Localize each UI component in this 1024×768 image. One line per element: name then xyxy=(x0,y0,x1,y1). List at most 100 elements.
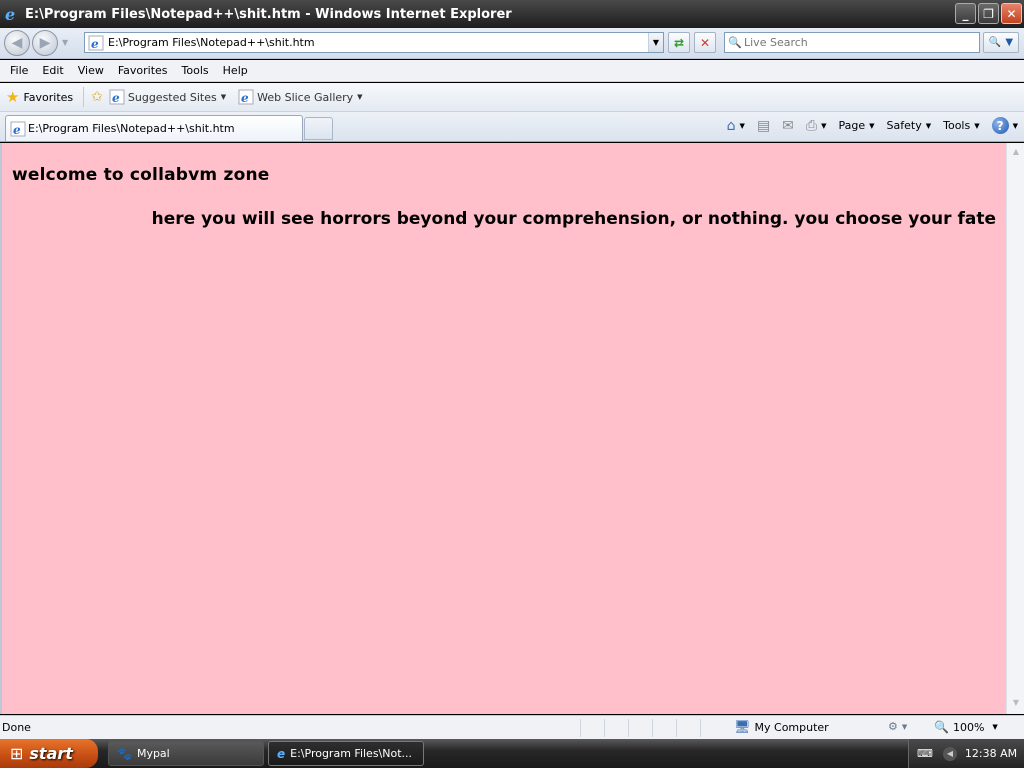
page-heading: welcome to collabvm zone xyxy=(12,165,270,185)
back-button[interactable]: ◀ xyxy=(4,30,30,56)
svg-text:e: e xyxy=(13,123,21,137)
search-input[interactable] xyxy=(744,36,964,49)
feeds-button[interactable]: ▤ xyxy=(757,118,770,134)
status-text: Done xyxy=(2,721,31,734)
address-url: E:\Program Files\Notepad++\shit.htm xyxy=(108,36,315,49)
menu-file[interactable]: File xyxy=(3,64,35,77)
status-panes xyxy=(580,719,724,737)
svg-text:e: e xyxy=(241,91,249,105)
show-hidden-icons-icon[interactable]: ◀ xyxy=(942,746,957,761)
print-button[interactable]: ⎙ ▼ xyxy=(806,118,827,134)
taskbar: ⊞ start 🐾 Mypal e E:\Program Files\Not..… xyxy=(0,739,1024,768)
address-bar[interactable]: e E:\Program Files\Notepad++\shit.htm ▼ xyxy=(84,32,664,53)
system-tray: ⌨ ◀ 12:38 AM xyxy=(908,739,1024,768)
forward-arrow-icon: ▶ xyxy=(39,35,51,51)
address-toolbar: ◀ ▶ ▼ e E:\Program Files\Notepad++\shit.… xyxy=(0,28,1024,59)
search-box[interactable]: 🔍 xyxy=(724,32,980,53)
page-menu-button[interactable]: Page ▼ xyxy=(839,119,875,132)
refresh-button[interactable]: ⇄ xyxy=(668,32,690,53)
favorites-bar: ★ Favorites ✩ e Suggested Sites ▼ e Web … xyxy=(0,83,1024,112)
tab-ie-icon: e xyxy=(10,121,26,137)
status-pane xyxy=(628,719,652,737)
start-button[interactable]: ⊞ start xyxy=(0,739,98,768)
tools-menu-label: Tools xyxy=(943,119,971,132)
help-chevron-icon: ▼ xyxy=(1012,121,1018,130)
zoom-chevron-icon: ▼ xyxy=(992,723,998,731)
taskbar-item-mypal[interactable]: 🐾 Mypal xyxy=(108,741,264,766)
zoom-control[interactable]: 🔍 100% ▼ xyxy=(934,720,998,734)
window-title: E:\Program Files\Notepad++\shit.htm - Wi… xyxy=(25,6,512,22)
scroll-down-arrow-icon[interactable]: ▼ xyxy=(1010,698,1022,710)
favorites-label: Favorites xyxy=(23,90,74,104)
refresh-icon: ⇄ xyxy=(673,35,685,50)
read-mail-button[interactable]: ✉ xyxy=(782,118,794,134)
protected-mode-chevron-icon: ▼ xyxy=(901,722,908,731)
menu-bar: File Edit View Favorites Tools Help xyxy=(0,60,1024,82)
menu-tools[interactable]: Tools xyxy=(175,64,216,77)
tab-row: e E:\Program Files\Notepad++\shit.htm ⌂ … xyxy=(0,112,1024,142)
web-slice-gallery-label: Web Slice Gallery xyxy=(257,90,354,104)
tab-label: E:\Program Files\Notepad++\shit.htm xyxy=(28,122,235,135)
magnifier-icon: 🔍 xyxy=(988,37,1002,48)
favorites-star-icon: ★ xyxy=(6,88,20,106)
scroll-up-arrow-icon[interactable]: ▲ xyxy=(1010,147,1022,159)
web-slice-gallery-link[interactable]: e Web Slice Gallery ▼ xyxy=(238,89,363,105)
minimize-button[interactable]: _ xyxy=(955,3,976,24)
close-button[interactable]: ✕ xyxy=(1001,3,1022,24)
safety-chevron-icon: ▼ xyxy=(925,121,932,130)
home-chevron-icon: ▼ xyxy=(739,121,745,130)
add-to-favorites-bar-icon[interactable]: ✩ xyxy=(91,89,103,105)
help-icon: ? xyxy=(991,117,1009,134)
mail-icon: ✉ xyxy=(782,117,794,134)
menu-edit[interactable]: Edit xyxy=(35,64,70,77)
svg-text:e: e xyxy=(91,37,99,51)
page-menu-label: Page xyxy=(838,119,866,132)
vertical-scrollbar[interactable]: ▲ ▼ xyxy=(1006,143,1024,714)
keyboard-icon[interactable]: ⌨ xyxy=(917,747,933,760)
new-tab-button[interactable] xyxy=(304,117,333,140)
window-controls: _ ❐ ✕ xyxy=(955,3,1022,24)
stop-icon: ✕ xyxy=(699,35,711,50)
printer-icon: ⎙ xyxy=(805,117,818,134)
tab-current-page[interactable]: e E:\Program Files\Notepad++\shit.htm xyxy=(5,115,303,141)
status-pane xyxy=(580,719,604,737)
zone-label: My Computer xyxy=(754,721,829,734)
address-dropdown-button[interactable]: ▼ xyxy=(648,33,663,52)
status-pane xyxy=(604,719,628,737)
ie-logo-icon: e xyxy=(5,6,15,22)
taskbar-item-label: E:\Program Files\Not... xyxy=(290,747,413,760)
protected-mode-button[interactable]: ⚙ ▼ xyxy=(888,720,907,733)
menu-view[interactable]: View xyxy=(71,64,111,77)
stop-button[interactable]: ✕ xyxy=(694,32,716,53)
command-bar: ⌂ ▼ ▤ ✉ ⎙ ▼ Page ▼ Safety ▼ Tools ▼ ? ▼ xyxy=(715,117,1018,134)
rss-feed-icon: ▤ xyxy=(756,117,771,134)
live-search-icon: 🔍 xyxy=(728,36,742,49)
restore-button[interactable]: ❐ xyxy=(978,3,999,24)
menu-help[interactable]: Help xyxy=(216,64,255,77)
recent-pages-dropdown[interactable]: ▼ xyxy=(62,38,68,47)
page-chevron-icon: ▼ xyxy=(869,121,875,130)
mypal-icon: 🐾 xyxy=(117,746,132,761)
safety-menu-label: Safety xyxy=(886,119,922,132)
forward-button[interactable]: ▶ xyxy=(32,30,58,56)
suggested-sites-chevron-icon: ▼ xyxy=(220,93,227,101)
page-ie-icon: e xyxy=(88,35,104,51)
title-bar: e E:\Program Files\Notepad++\shit.htm - … xyxy=(0,0,1024,28)
windows-flag-icon: ⊞ xyxy=(10,744,24,763)
computer-zone-icon: 🖥 xyxy=(734,720,751,735)
svg-text:e: e xyxy=(112,91,120,105)
taskbar-item-ie[interactable]: e E:\Program Files\Not... xyxy=(268,741,424,766)
suggested-sites-link[interactable]: e Suggested Sites ▼ xyxy=(109,89,226,105)
suggested-sites-ie-icon: e xyxy=(109,89,125,105)
safety-menu-button[interactable]: Safety ▼ xyxy=(887,119,932,132)
status-pane xyxy=(700,719,724,737)
search-go-button[interactable]: 🔍 ▼ xyxy=(983,32,1019,53)
taskbar-item-label: Mypal xyxy=(136,747,170,760)
favorites-button[interactable]: ★ Favorites xyxy=(6,88,73,106)
tools-menu-button[interactable]: Tools ▼ xyxy=(943,119,980,132)
status-pane xyxy=(652,719,676,737)
security-zone[interactable]: 🖥 My Computer xyxy=(734,720,829,735)
home-button[interactable]: ⌂ ▼ xyxy=(727,118,745,134)
help-button[interactable]: ? ▼ xyxy=(991,117,1018,134)
menu-favorites[interactable]: Favorites xyxy=(111,64,175,77)
